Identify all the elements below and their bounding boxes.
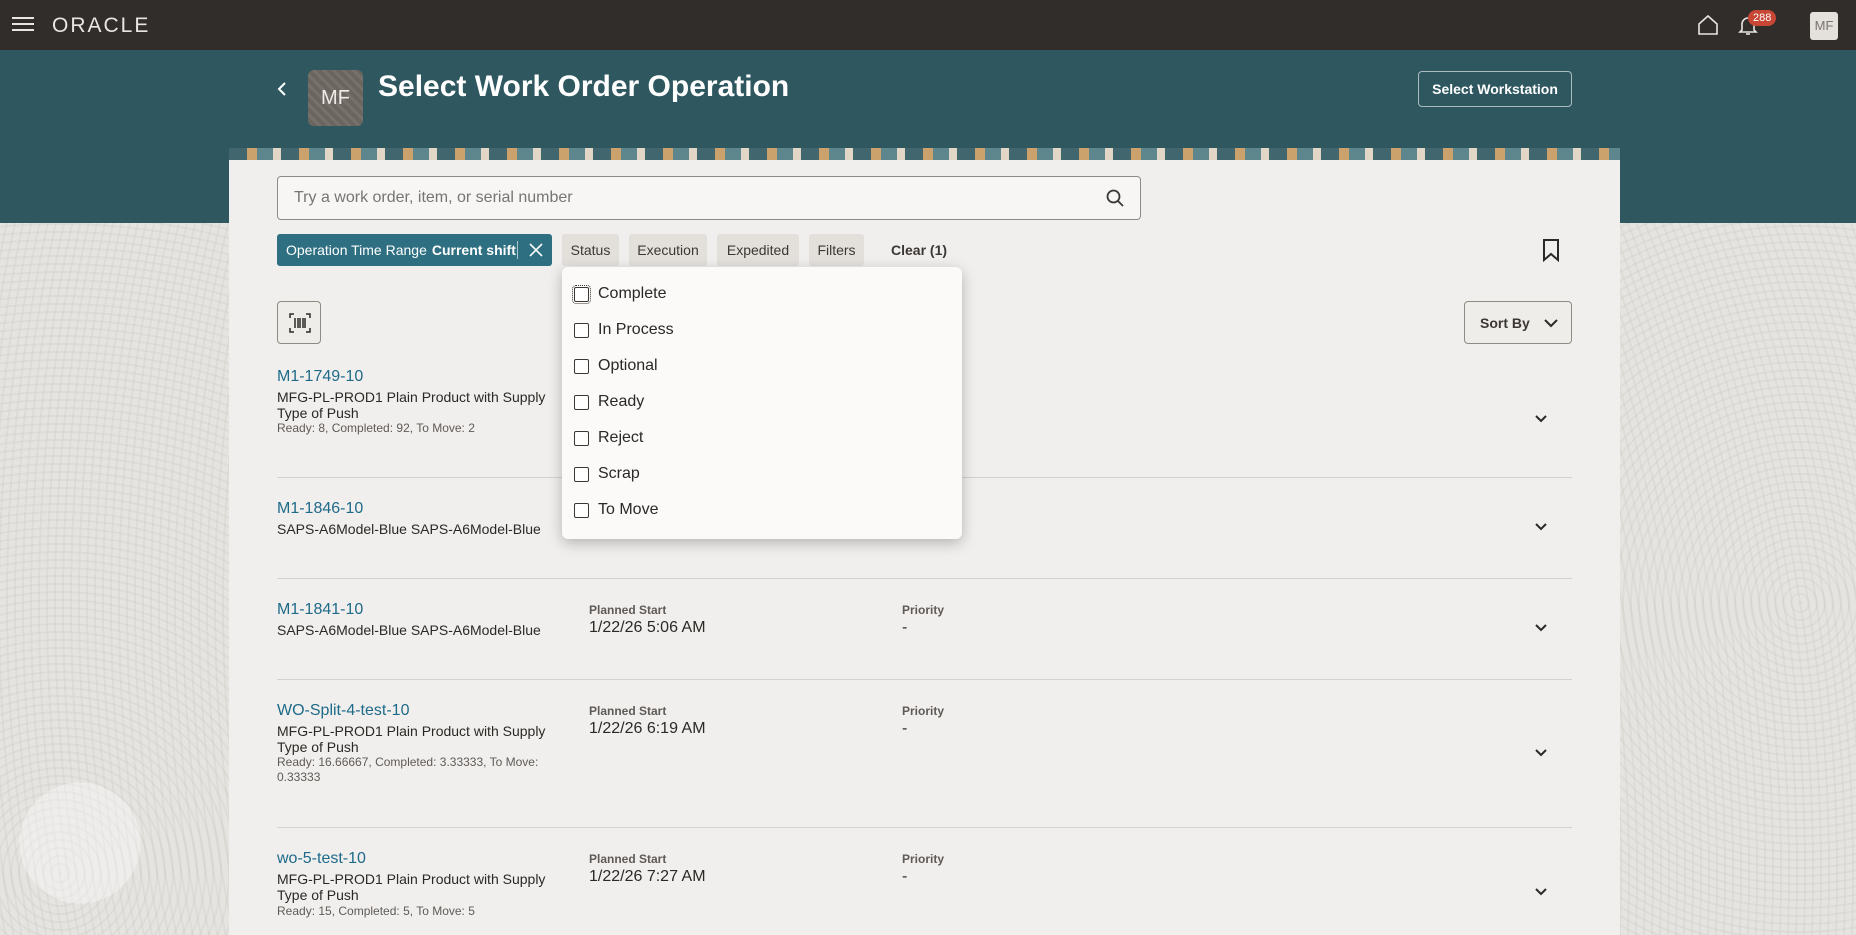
page-title: Select Work Order Operation (378, 70, 790, 103)
status-filter-chip[interactable]: Status (562, 234, 619, 266)
work-order-description: MFG-PL-PROD1 Plain Product with Supply T… (277, 723, 546, 755)
checkbox[interactable] (574, 358, 589, 374)
menu-icon[interactable] (12, 14, 34, 34)
status-dropdown: Complete In Process Optional Ready Rejec… (562, 267, 962, 539)
execution-filter-chip[interactable]: Execution (629, 234, 707, 266)
sort-by-button[interactable]: Sort By (1464, 301, 1572, 344)
checkbox[interactable] (574, 394, 589, 410)
back-icon[interactable] (272, 78, 292, 100)
priority-value: - (902, 619, 908, 636)
home-icon[interactable] (1696, 13, 1720, 37)
close-icon[interactable] (527, 241, 545, 259)
row-divider (277, 827, 1572, 828)
status-option-to-move[interactable]: To Move (574, 498, 658, 522)
sort-by-label: Sort By (1480, 315, 1530, 331)
priority-label: Priority (902, 603, 945, 617)
status-option-reject[interactable]: Reject (574, 426, 643, 450)
chevron-down-icon[interactable] (1532, 409, 1550, 427)
work-order-row[interactable]: wo-5-test-10 MFG-PL-PROD1 Plain Product … (277, 850, 1572, 935)
chevron-down-icon[interactable] (1532, 882, 1550, 900)
work-order-link[interactable]: M1-1846-10 (277, 500, 363, 518)
status-option-in-process[interactable]: In Process (574, 318, 674, 342)
row-divider (277, 578, 1572, 579)
checkbox[interactable] (574, 502, 589, 518)
work-order-row[interactable]: M1-1841-10 SAPS-A6Model-Blue SAPS-A6Mode… (277, 601, 1572, 679)
option-label: Ready (598, 393, 645, 410)
search-input[interactable] (278, 177, 1098, 219)
oracle-logo: ORACLE (52, 14, 151, 37)
work-order-description: SAPS-A6Model-Blue SAPS-A6Model-Blue (277, 622, 541, 638)
option-label: Optional (598, 357, 658, 374)
planned-start-value: 1/22/26 6:19 AM (589, 720, 706, 737)
page-avatar: MF (308, 70, 363, 126)
option-label: To Move (598, 501, 659, 518)
work-order-description: MFG-PL-PROD1 Plain Product with Supply T… (277, 871, 546, 903)
priority-value: - (902, 868, 908, 885)
work-order-description: SAPS-A6Model-Blue SAPS-A6Model-Blue (277, 521, 541, 537)
work-order-quantities: Ready: 15, Completed: 5, To Move: 5 (277, 904, 475, 918)
notification-badge: 288 (1748, 10, 1777, 26)
expedited-filter-chip[interactable]: Expedited (717, 234, 799, 266)
status-option-ready[interactable]: Ready (574, 390, 644, 414)
priority-value: - (902, 720, 908, 737)
work-order-description: MFG-PL-PROD1 Plain Product with Supply T… (277, 389, 546, 421)
bookmark-icon[interactable] (1540, 238, 1562, 262)
chevron-down-icon[interactable] (1532, 743, 1550, 761)
chip-label: Operation Time Range (286, 242, 427, 258)
option-label: In Process (598, 321, 674, 338)
planned-start-label: Planned Start (589, 704, 667, 718)
status-option-optional[interactable]: Optional (574, 354, 658, 378)
work-order-link[interactable]: WO-Split-4-test-10 (277, 702, 409, 720)
status-option-scrap[interactable]: Scrap (574, 462, 640, 486)
work-order-link[interactable]: M1-1841-10 (277, 601, 363, 619)
option-label: Reject (598, 429, 644, 446)
planned-start-value: 1/22/26 7:27 AM (589, 868, 706, 885)
checkbox[interactable] (572, 284, 591, 304)
work-order-link[interactable]: wo-5-test-10 (277, 850, 366, 868)
planned-start-label: Planned Start (589, 603, 667, 617)
chevron-down-icon[interactable] (1532, 517, 1550, 535)
clear-filters-link[interactable]: Clear (1) (891, 234, 947, 266)
option-label: Complete (598, 285, 667, 302)
search-bar (277, 176, 1141, 220)
search-icon[interactable] (1105, 188, 1125, 208)
work-order-link[interactable]: M1-1749-10 (277, 368, 363, 386)
work-order-quantities: Ready: 16.66667, Completed: 3.33333, To … (277, 755, 539, 784)
global-header: ORACLE 288 MF (0, 0, 1856, 50)
option-label: Scrap (598, 465, 640, 482)
operation-time-range-chip[interactable]: Operation Time Range Current shift (277, 234, 552, 266)
status-option-complete[interactable]: Complete (572, 282, 667, 306)
checkbox[interactable] (574, 322, 589, 338)
chip-value: Current shift (431, 242, 516, 258)
checkbox[interactable] (574, 466, 589, 482)
barcode-icon (289, 313, 311, 333)
filters-chip[interactable]: Filters (809, 234, 864, 266)
chevron-down-icon[interactable] (1532, 618, 1550, 636)
priority-label: Priority (902, 852, 945, 866)
work-order-quantities: Ready: 8, Completed: 92, To Move: 2 (277, 421, 475, 435)
select-workstation-button[interactable]: Select Workstation (1418, 71, 1572, 107)
checkbox[interactable] (574, 430, 589, 446)
decorative-strip (229, 148, 1620, 160)
row-divider (277, 679, 1572, 680)
planned-start-value: 1/22/26 5:06 AM (589, 619, 706, 636)
barcode-scan-button[interactable] (277, 301, 321, 344)
chevron-down-icon (1544, 319, 1558, 328)
work-order-row[interactable]: WO-Split-4-test-10 MFG-PL-PROD1 Plain Pr… (277, 702, 1572, 826)
priority-label: Priority (902, 704, 945, 718)
user-avatar[interactable]: MF (1810, 12, 1838, 40)
planned-start-label: Planned Start (589, 852, 667, 866)
chip-divider (517, 241, 518, 259)
